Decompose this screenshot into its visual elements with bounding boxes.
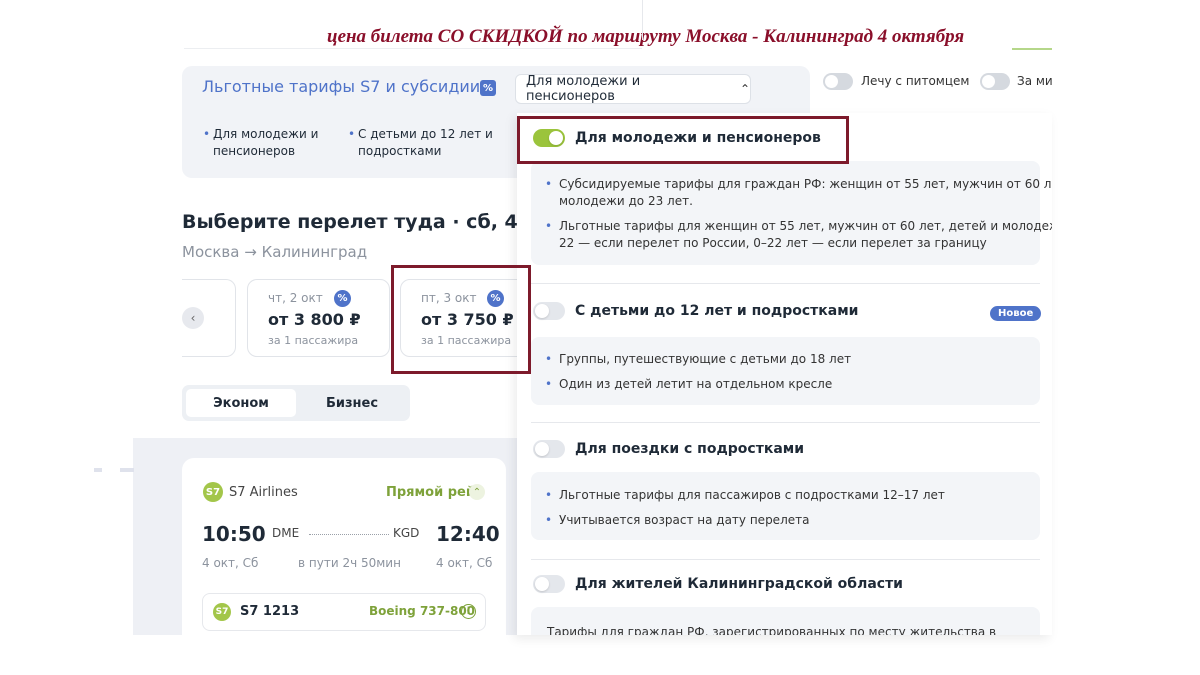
tab-economy[interactable]: Эконом — [186, 389, 296, 417]
date-label: чт, 2 окт — [268, 291, 323, 305]
active-indicator — [1012, 48, 1052, 50]
cabin-class-tabs: Эконом Бизнес — [182, 385, 410, 421]
flight-details-row[interactable]: S7 S7 1213 Boeing 737-800 i — [202, 593, 486, 631]
option-details: Субсидируемые тарифы для граждан РФ: жен… — [531, 161, 1052, 265]
dropdown-label: Для молодежи и пенсионеров — [526, 74, 641, 104]
date-price: от 3 800 ₽ — [268, 310, 361, 329]
discount-headline: цена билета СО СКИДКОЙ по маршруту Москв… — [327, 26, 965, 47]
divider — [531, 283, 1040, 284]
route: Москва → Калининград — [182, 243, 367, 261]
arrival-time: 12:40 — [436, 522, 500, 546]
new-badge: Новое — [990, 306, 1042, 321]
airline-name: S7 Airlines — [229, 485, 298, 500]
option-bullet: Субсидируемые тарифы для граждан РФ: жен… — [545, 176, 1052, 210]
option-title: Для поездки с подростками — [575, 441, 805, 457]
option-bullet: Группы, путешествующие с детьми до 18 ле… — [545, 351, 851, 368]
arrival-date: 4 окт, Сб — [436, 556, 493, 570]
tab-business[interactable]: Бизнес — [298, 389, 406, 417]
option-details: Льготные тарифы для пассажиров с подрост… — [531, 472, 1040, 540]
flight-card[interactable]: S7 S7 Airlines Прямой рейс ⌃ 10:50 DME K… — [182, 458, 506, 635]
chevron-left-icon[interactable]: ‹ — [182, 307, 204, 329]
route-line — [309, 534, 389, 535]
departure-airport: DME — [272, 526, 300, 540]
toggle-kaliningrad-residents[interactable] — [533, 575, 565, 593]
discount-icon: % — [334, 290, 351, 307]
chevron-up-icon[interactable]: ⌃ — [469, 484, 485, 500]
extra-toggle[interactable] — [980, 73, 1010, 90]
arrow-right-icon: → — [244, 243, 257, 261]
pet-toggle[interactable] — [823, 73, 853, 90]
promo-title: Льготные тарифы S7 и субсидии — [202, 77, 481, 96]
toggle-children[interactable] — [533, 302, 565, 320]
route-from: Москва — [182, 243, 240, 261]
info-icon[interactable]: i — [461, 604, 476, 619]
flight-duration: в пути 2ч 50мин — [298, 556, 401, 570]
fare-type-dropdown[interactable]: Для молодежи и пенсионеров ⌃ — [515, 74, 751, 104]
option-bullet: Льготные тарифы для женщин от 55 лет, му… — [545, 218, 1052, 252]
promo-item-youth[interactable]: Для молодежи и пенсионеров — [203, 126, 318, 160]
divider — [531, 422, 1040, 423]
decorative-marks — [94, 468, 134, 472]
option-description: Тарифы для граждан РФ, зарегистрированны… — [547, 625, 997, 635]
highlight-frame — [391, 265, 531, 374]
route-to: Калининград — [261, 243, 368, 261]
toggle-teens[interactable] — [533, 440, 565, 458]
aircraft-type: Boeing 737-800 — [369, 604, 476, 618]
discount-icon: % — [480, 80, 496, 96]
highlight-frame — [517, 116, 849, 164]
s7-logo-icon: S7 — [213, 603, 231, 621]
departure-date: 4 окт, Сб — [202, 556, 259, 570]
extra-toggle-label: За ми — [1017, 74, 1052, 88]
date-card[interactable]: чт, 2 окт % от 3 800 ₽ за 1 пассажира — [247, 279, 390, 357]
flight-number: S7 1213 — [240, 604, 300, 619]
chevron-up-icon: ⌃ — [739, 82, 750, 96]
price-per-passenger: за 1 пассажира — [268, 334, 359, 347]
pet-toggle-label: Лечу с питомцем — [861, 74, 970, 88]
option-title: С детьми до 12 лет и подростками — [575, 303, 859, 319]
option-details: Группы, путешествующие с детьми до 18 ле… — [531, 337, 1040, 405]
divider — [642, 0, 643, 40]
option-bullet: Льготные тарифы для пассажиров с подрост… — [545, 487, 945, 504]
option-bullet: Учитывается возраст на дату перелета — [545, 512, 809, 529]
promo-item-children[interactable]: С детьми до 12 лет и подростками — [348, 126, 493, 160]
divider — [184, 48, 642, 49]
option-bullet: Один из детей летит на отдельном кресле — [545, 376, 832, 393]
divider — [531, 559, 1040, 560]
option-title: Для жителей Калининградской области — [575, 576, 903, 592]
fare-options-dropdown: Для молодежи и пенсионеров Субсидируемые… — [517, 113, 1052, 635]
page-title: Выберите перелет туда · сб, 4 окт — [182, 211, 562, 233]
s7-logo-icon: S7 — [203, 482, 223, 502]
arrival-airport: KGD — [393, 526, 420, 540]
departure-time: 10:50 — [202, 522, 266, 546]
